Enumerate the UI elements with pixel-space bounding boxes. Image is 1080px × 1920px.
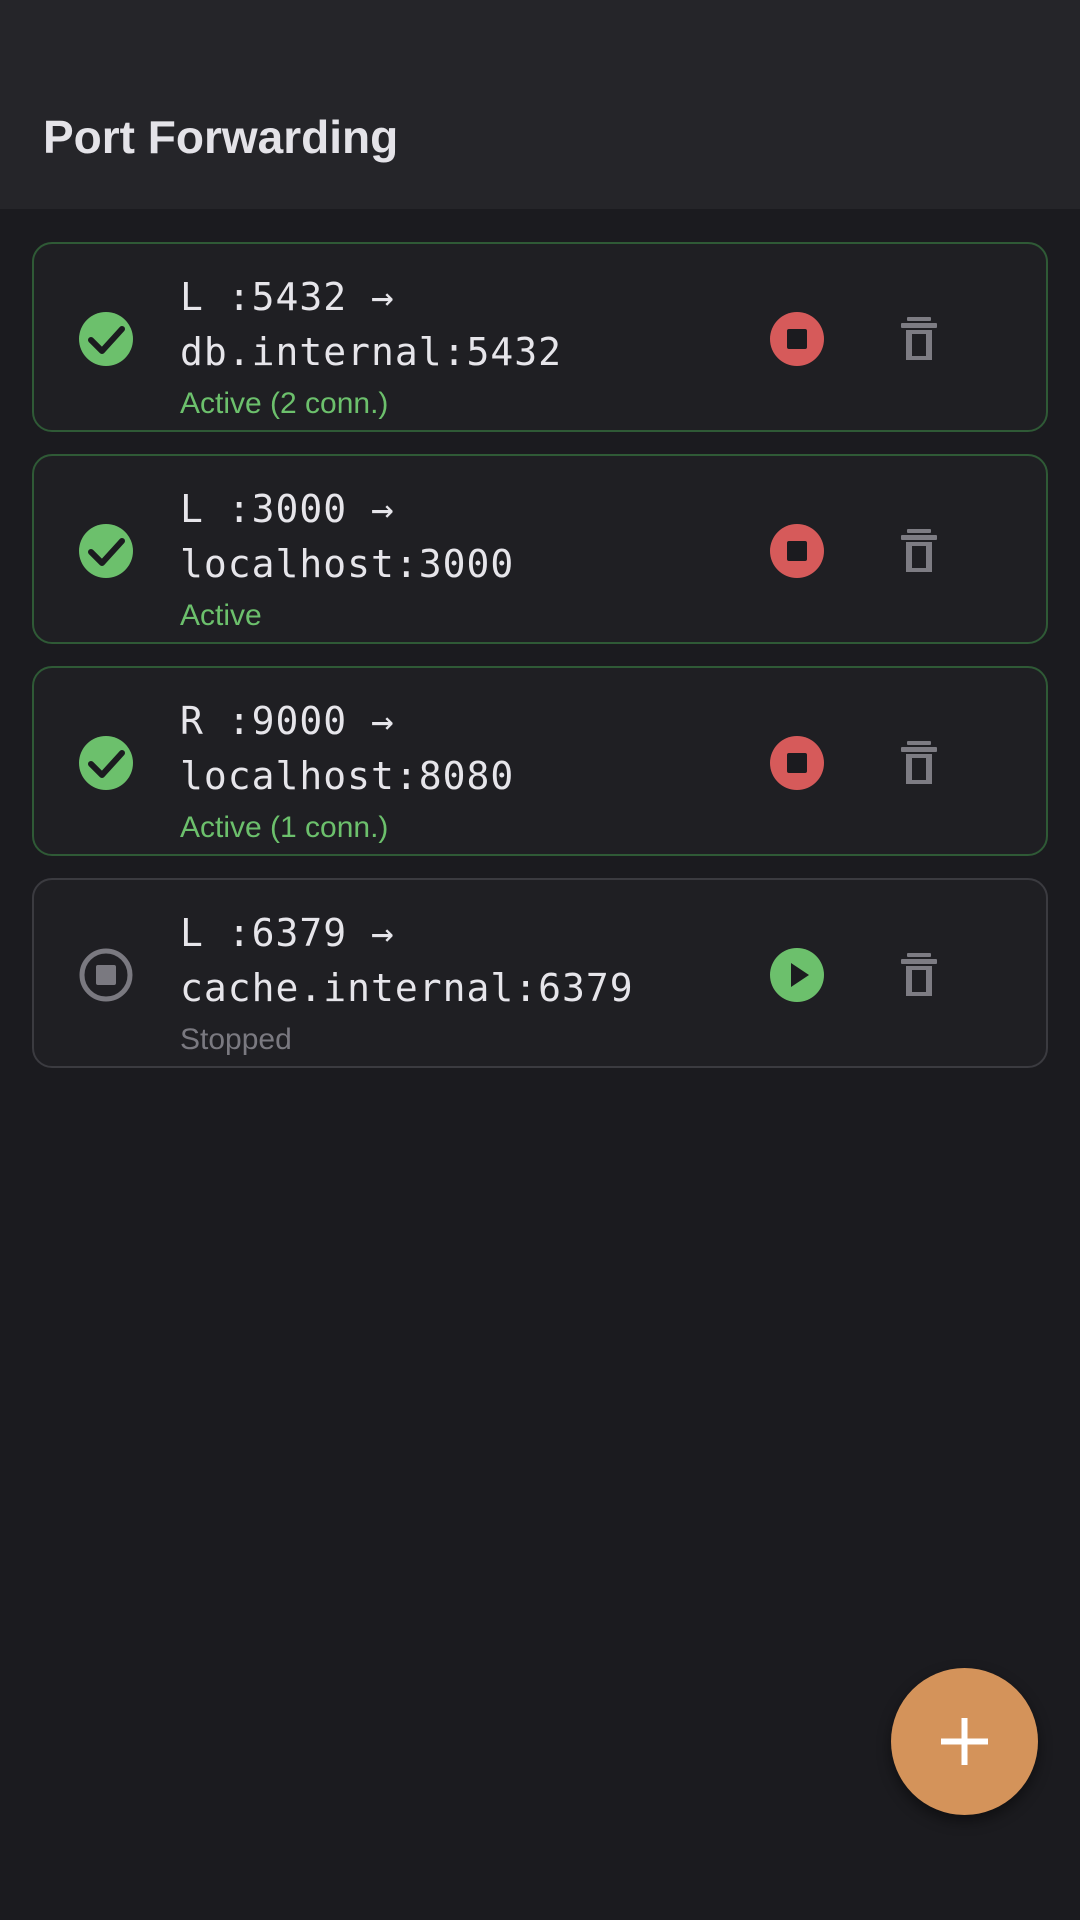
trash-icon [901, 529, 937, 572]
rule-destination: localhost:3000 [180, 542, 515, 586]
app-bar: Port Forwarding [0, 0, 1080, 209]
delete-button[interactable] [894, 738, 944, 788]
start-button[interactable] [770, 948, 824, 1002]
trash-icon [901, 741, 937, 784]
delete-button[interactable] [894, 314, 944, 364]
rule-status: Active (1 conn.) [180, 811, 389, 844]
check-circle-icon [79, 524, 133, 578]
stop-icon [770, 524, 824, 578]
forwarding-rule-card[interactable]: L :3000 → localhost:3000 Active [32, 454, 1048, 644]
stop-icon [770, 312, 824, 366]
rule-status: Active [180, 599, 262, 632]
forwarding-rule-card[interactable]: R :9000 → localhost:8080 Active (1 conn.… [32, 666, 1048, 856]
rule-destination: localhost:8080 [180, 754, 515, 798]
page-title: Port Forwarding [43, 111, 399, 163]
plus-icon [941, 1718, 988, 1765]
stop-button[interactable] [770, 736, 824, 790]
stopped-circle-icon [79, 948, 133, 1002]
stop-button[interactable] [770, 312, 824, 366]
trash-icon [901, 317, 937, 360]
check-circle-icon [79, 312, 133, 366]
rule-source: L :5432 → [180, 275, 395, 319]
delete-button[interactable] [894, 526, 944, 576]
trash-icon [901, 953, 937, 996]
rule-status: Stopped [180, 1023, 292, 1056]
forwarding-rule-list: L :5432 → db.internal:5432 Active (2 con… [32, 242, 1048, 1090]
stop-button[interactable] [770, 524, 824, 578]
play-icon [770, 948, 824, 1002]
rule-destination: cache.internal:6379 [180, 966, 634, 1010]
rule-source: L :3000 → [180, 487, 395, 531]
rule-source: L :6379 → [180, 911, 395, 955]
check-circle-icon [79, 736, 133, 790]
delete-button[interactable] [894, 950, 944, 1000]
stop-icon [770, 736, 824, 790]
rule-destination: db.internal:5432 [180, 330, 563, 374]
add-rule-button[interactable] [891, 1668, 1038, 1815]
rule-status: Active (2 conn.) [180, 387, 389, 420]
rule-source: R :9000 → [180, 699, 395, 743]
forwarding-rule-card[interactable]: L :6379 → cache.internal:6379 Stopped [32, 878, 1048, 1068]
forwarding-rule-card[interactable]: L :5432 → db.internal:5432 Active (2 con… [32, 242, 1048, 432]
